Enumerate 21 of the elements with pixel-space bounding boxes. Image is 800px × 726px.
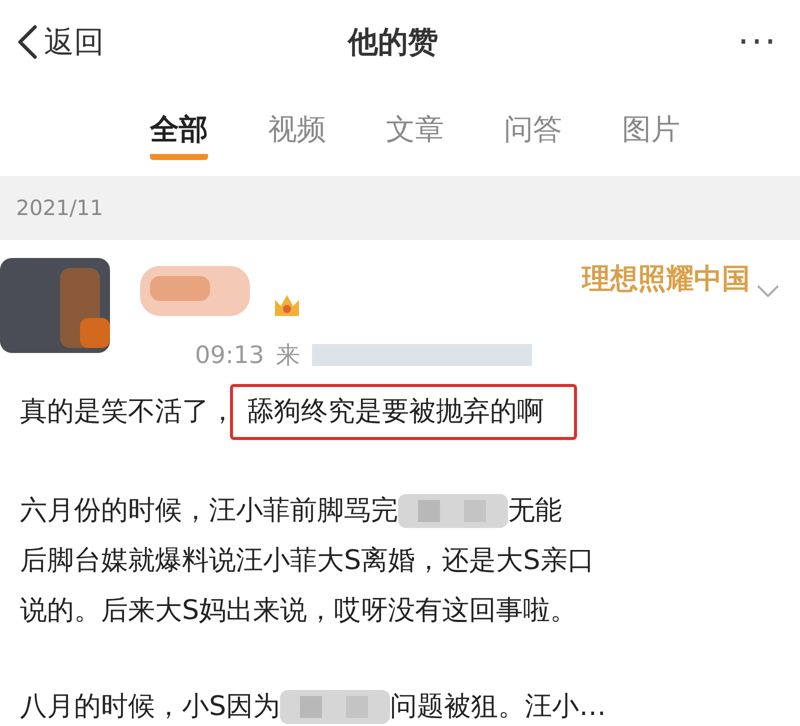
topic-badge[interactable]: 理想照耀中国 bbox=[582, 260, 750, 298]
tab[interactable]: 视频 bbox=[268, 100, 326, 160]
highlighted-text: 舔狗终究是要被抛弃的啊 bbox=[230, 384, 577, 440]
post-text: 无能 bbox=[508, 494, 562, 528]
tab[interactable]: 问答 bbox=[504, 100, 562, 160]
post-text: 六月份的时候，汪小菲前脚骂完 bbox=[20, 494, 398, 528]
post-text: 问题被狙。汪小… bbox=[390, 690, 606, 724]
back-button[interactable]: 返回 bbox=[16, 22, 104, 62]
tab[interactable]: 全部 bbox=[150, 100, 208, 160]
page-title: 他的赞 bbox=[348, 24, 438, 62]
post-time: 09:13 bbox=[195, 341, 264, 369]
post-text: 后脚台媒就爆料说汪小菲大S离婚，还是大S亲口 bbox=[20, 544, 594, 578]
post-source: 来 bbox=[276, 340, 300, 371]
tab[interactable]: 文章 bbox=[386, 100, 444, 160]
back-icon bbox=[16, 24, 38, 60]
tab[interactable]: 图片 bbox=[622, 100, 680, 160]
date-header: 2021/11 bbox=[16, 196, 104, 220]
chevron-down-icon[interactable] bbox=[756, 284, 780, 298]
post-text: 说的。后来大S妈出来说，哎呀没有这回事啦。 bbox=[20, 594, 578, 628]
post-text: 八月的时候，小S因为 bbox=[20, 690, 280, 724]
more-button[interactable]: ··· bbox=[732, 20, 784, 64]
